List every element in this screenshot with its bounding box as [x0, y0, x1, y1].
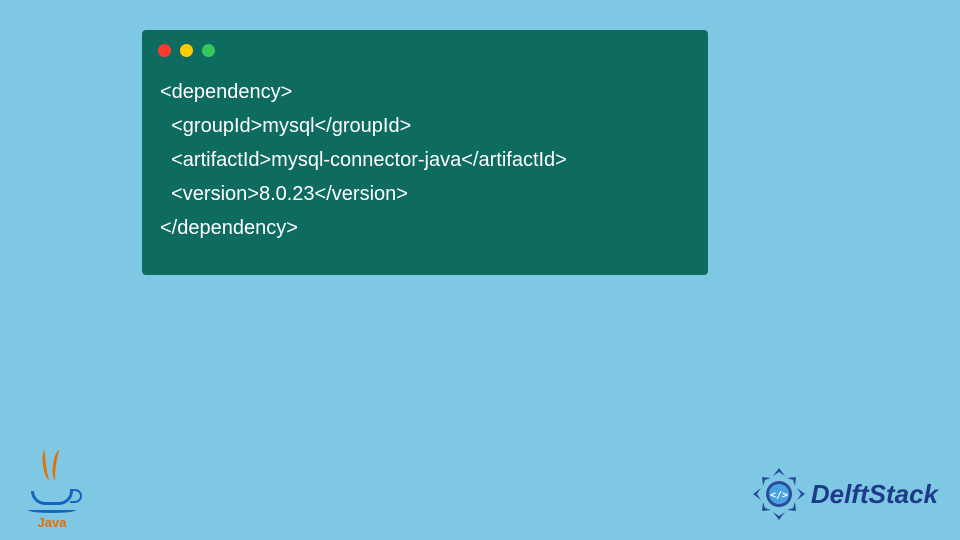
code-line: <groupId>mysql</groupId>: [160, 115, 411, 137]
code-line: <artifactId>mysql-connector-java</artifa…: [160, 149, 567, 171]
java-logo: Java: [22, 450, 82, 530]
code-line: <dependency>: [160, 81, 292, 103]
window-controls: [142, 30, 708, 67]
code-window: <dependency> <groupId>mysql</groupId> <a…: [142, 30, 708, 275]
code-snippet: <dependency> <groupId>mysql</groupId> <a…: [142, 67, 708, 263]
minimize-icon[interactable]: [180, 44, 193, 57]
java-label: Java: [38, 515, 67, 530]
delftstack-logo: </> DelftStack: [751, 466, 938, 522]
code-line: <version>8.0.23</version>: [160, 183, 408, 205]
delftstack-icon: </>: [751, 466, 807, 522]
delftstack-label: DelftStack: [811, 479, 938, 510]
java-saucer-icon: [28, 507, 76, 513]
close-icon[interactable]: [158, 44, 171, 57]
java-cup-icon: [31, 491, 73, 505]
code-line: </dependency>: [160, 217, 298, 239]
svg-text:</>: </>: [770, 490, 788, 501]
maximize-icon[interactable]: [202, 44, 215, 57]
java-steam-icon: [35, 450, 69, 489]
